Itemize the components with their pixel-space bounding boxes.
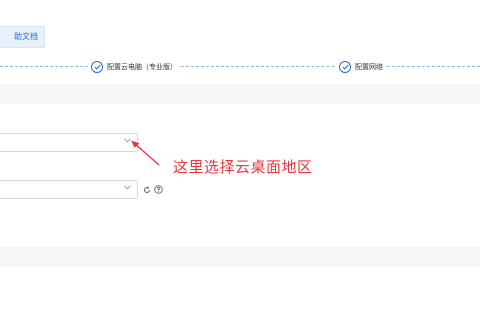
- chevron-down-icon: [124, 185, 131, 190]
- section-header-band: [0, 247, 480, 267]
- refresh-icon[interactable]: [143, 186, 151, 194]
- help-docs-button[interactable]: 助文档: [0, 26, 45, 48]
- section-header-band: [0, 84, 480, 104]
- step-connector-line: [0, 66, 480, 67]
- step-label: 配置云电脑（专业版）: [107, 62, 177, 71]
- check-circle-icon: [339, 60, 351, 73]
- check-circle-icon: [91, 60, 103, 73]
- step-label: 配置网络: [355, 62, 383, 71]
- step-configure-network: 配置网络: [336, 59, 386, 74]
- annotation-arrow: [131, 140, 160, 166]
- question-circle-icon[interactable]: [154, 185, 163, 194]
- annotation-text: 这里选择云桌面地区: [173, 158, 313, 176]
- region-select[interactable]: [0, 133, 138, 152]
- image-select[interactable]: [0, 180, 138, 199]
- step-configure-cloud-pc: 配置云电脑（专业版）: [88, 59, 180, 74]
